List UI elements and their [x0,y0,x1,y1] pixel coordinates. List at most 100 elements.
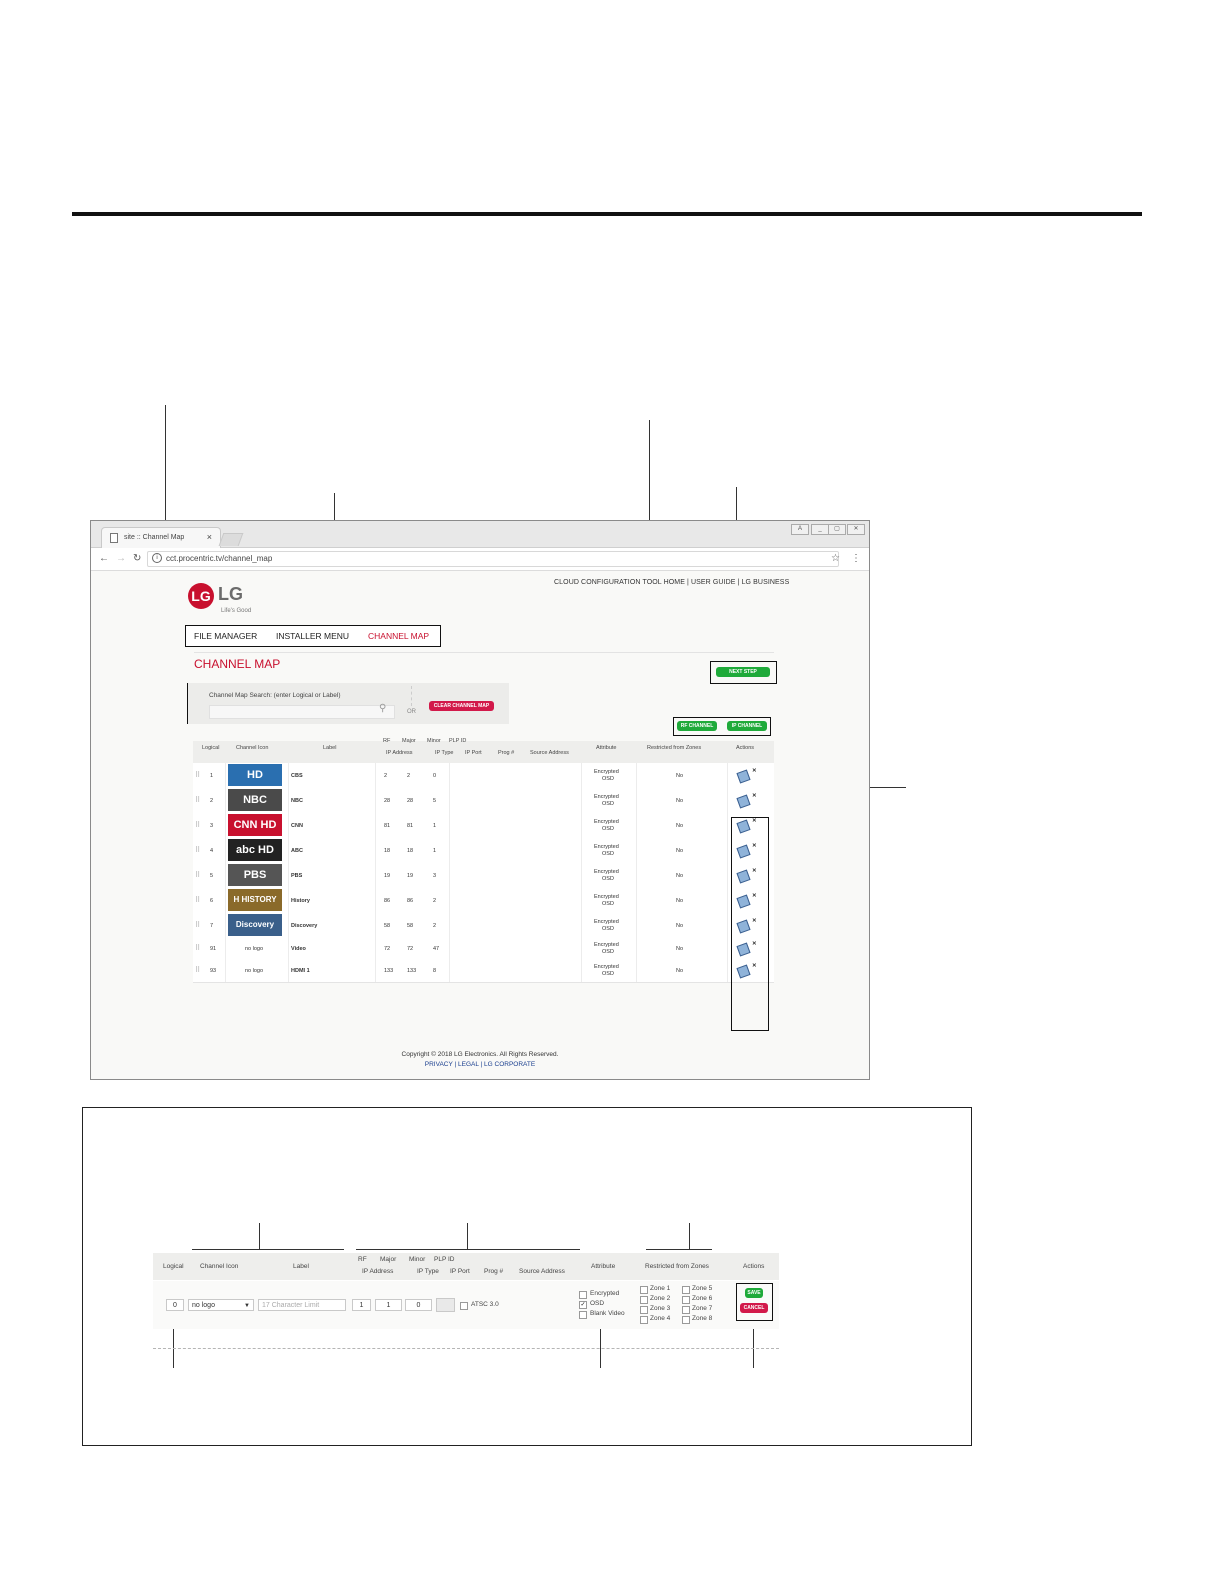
osd-checkbox[interactable]: ✓ [579,1301,587,1309]
search-input[interactable] [209,705,395,719]
menu-dots-icon[interactable]: ⋮ [851,553,861,564]
edit-col-attribute: Attribute [591,1263,616,1270]
channel-logo-icon: CNN HD [228,814,282,836]
page-title: CHANNEL MAP [194,657,281,671]
delete-icon[interactable]: ✕ [752,793,757,799]
drag-handle-icon[interactable]: ⠿ [195,896,200,904]
drag-handle-icon[interactable]: ⠿ [195,944,200,952]
clear-channel-map-button[interactable]: CLEAR CHANNEL MAP [429,701,494,711]
col-restricted: Restricted from Zones [647,745,702,751]
new-tab-button[interactable] [218,533,244,546]
col-prog: Prog # [498,750,515,756]
drag-handle-icon[interactable]: ⠿ [195,871,200,879]
table-row: ⠿ 2 NBC NBC 28 28 5 Encrypted OSD No ✕ [193,788,774,814]
zone-5-checkbox[interactable] [682,1286,690,1294]
url-field[interactable]: i cct.procentric.tv/channel_map [147,551,839,567]
cell-divider [288,813,289,838]
cell-divider [375,813,376,838]
channel-icon-select[interactable]: no logo ▼ [188,1299,254,1311]
or-label: OR [407,709,416,715]
callout-underline-icon-label [192,1249,344,1250]
cell-divider [727,888,728,913]
row-logical: 7 [210,923,214,929]
drag-handle-icon[interactable]: ⠿ [195,796,200,804]
row-attr-osd: OSD [602,851,614,857]
zone-8-label: Zone 8 [692,1315,713,1322]
edit-icon[interactable] [736,794,751,809]
edit-col-plp-id: PLP ID [434,1256,455,1263]
delete-icon[interactable]: ✕ [752,768,757,774]
back-arrow-icon[interactable]: ← [99,553,109,564]
cancel-button[interactable]: CANCEL [740,1303,768,1313]
reload-icon[interactable]: ↻ [133,553,141,564]
drag-handle-icon[interactable]: ⠿ [195,846,200,854]
top-links[interactable]: CLOUD CONFIGURATION TOOL HOME | USER GUI… [554,579,789,586]
rf-channel-button[interactable]: RF CHANNEL [677,721,717,731]
minor-input[interactable]: 0 [405,1299,432,1311]
search-icon[interactable]: ⚲ [379,703,386,714]
browser-window: site :: Channel Map × A _ ▢ ✕ ← → ↻ i cc… [90,520,870,1080]
forward-arrow-icon[interactable]: → [116,553,126,564]
logical-input[interactable]: 0 [166,1299,184,1311]
ip-channel-button[interactable]: IP CHANNEL [727,721,767,731]
zone-2-checkbox[interactable] [640,1296,648,1304]
drag-handle-icon[interactable]: ⠿ [195,921,200,929]
zone-7-checkbox[interactable] [682,1306,690,1314]
row-minor: 1 [433,848,437,854]
zone-8-checkbox[interactable] [682,1316,690,1324]
zone-6-label: Zone 6 [692,1295,713,1302]
rf-input[interactable]: 1 [352,1299,371,1311]
drag-handle-icon[interactable]: ⠿ [195,966,200,974]
channel-logo-icon: H HISTORY [228,889,282,911]
nav-channel-map[interactable]: CHANNEL MAP [368,631,429,641]
cell-divider [636,913,637,938]
close-window-button[interactable]: ✕ [847,524,865,535]
row-restricted: No [676,898,684,904]
drag-handle-icon[interactable]: ⠿ [195,821,200,829]
star-icon[interactable]: ☆ [831,553,840,564]
cell-divider [375,960,376,982]
user-icon[interactable]: A [791,524,809,535]
row-label: NBC [291,798,303,804]
browser-tab[interactable]: site :: Channel Map × [101,527,221,548]
nav-file-manager[interactable]: FILE MANAGER [194,631,257,641]
close-tab-icon[interactable]: × [207,532,212,542]
zone-3-checkbox[interactable] [640,1306,648,1314]
plp-id-input[interactable] [436,1298,455,1312]
minimize-button[interactable]: _ [811,524,829,535]
major-input[interactable]: 1 [375,1299,402,1311]
zone-5-label: Zone 5 [692,1285,713,1292]
zone-1-checkbox[interactable] [640,1286,648,1294]
atsc-checkbox[interactable] [460,1302,468,1310]
zone-6-checkbox[interactable] [682,1296,690,1304]
callout-line-rf [467,1223,468,1249]
cell-divider [449,838,450,863]
chevron-down-icon: ▼ [244,1303,250,1309]
footer-links[interactable]: PRIVACY | LEGAL | LG CORPORATE [91,1061,869,1068]
cell-divider [727,960,728,982]
zone-4-checkbox[interactable] [640,1316,648,1324]
cell-divider [288,960,289,982]
zone-3-label: Zone 3 [650,1305,671,1312]
edit-col-actions: Actions [743,1263,765,1270]
encrypted-checkbox[interactable] [579,1291,587,1299]
label-input[interactable]: 17 Character Limit [258,1299,346,1311]
blank-video-checkbox[interactable] [579,1311,587,1319]
save-button[interactable]: SAVE [745,1288,763,1298]
cell-divider [581,788,582,813]
edit-icon[interactable] [736,769,751,784]
next-step-button[interactable]: NEXT STEP [716,667,770,677]
cell-divider [375,838,376,863]
cell-divider [225,863,226,888]
cell-divider [581,763,582,788]
cell-divider [636,788,637,813]
col-label: Label [323,745,337,751]
maximize-button[interactable]: ▢ [828,524,846,535]
info-icon[interactable]: i [152,553,162,563]
drag-handle-icon[interactable]: ⠿ [195,771,200,779]
footer: Copyright © 2018 LG Electronics. All Rig… [91,1051,869,1068]
channel-logo-icon: HD [228,764,282,786]
channel-logo-icon: abc HD [228,839,282,861]
nav-installer-menu[interactable]: INSTALLER MENU [276,631,349,641]
callout-line-icon-label [259,1223,260,1249]
